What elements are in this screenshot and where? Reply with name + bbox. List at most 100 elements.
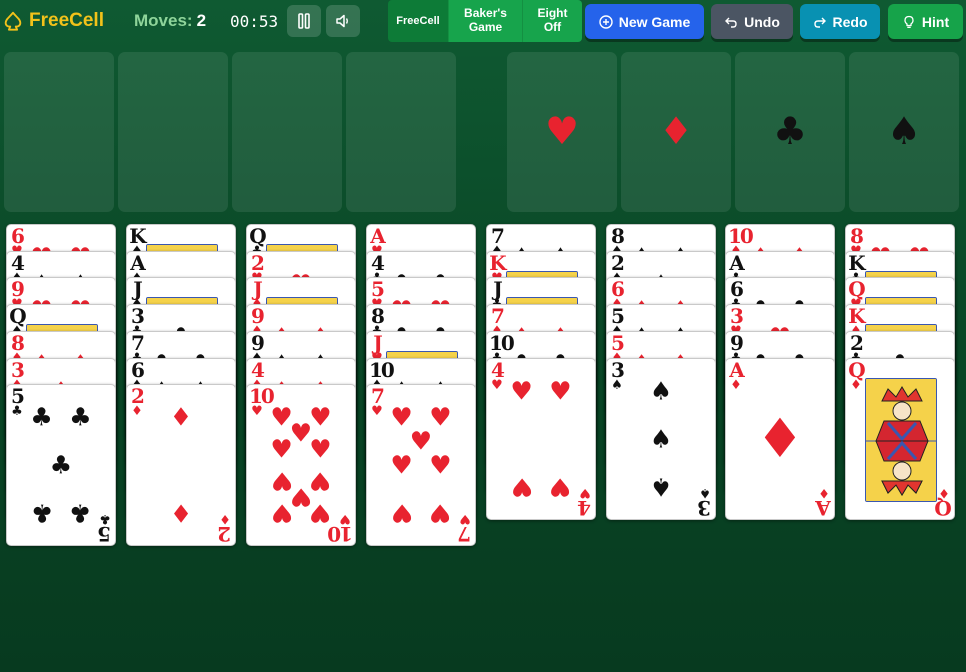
card-rank: K xyxy=(489,251,506,275)
card-rank: 3 xyxy=(699,496,711,520)
spade-suit-icon: ♠ xyxy=(611,378,623,393)
diamond-suit-icon: ♦ xyxy=(730,378,742,393)
redo-button[interactable]: Redo xyxy=(800,4,880,39)
club-pip-icon: ♣ xyxy=(69,498,92,528)
card-rank: 10 xyxy=(329,522,353,546)
free-cell-4[interactable] xyxy=(346,52,456,212)
card-rank: J xyxy=(373,331,382,355)
free-cell-1[interactable] xyxy=(4,52,114,212)
heart-suit-icon: ♥ xyxy=(459,511,471,526)
card-index: 2 ♦ xyxy=(129,386,145,418)
card-rank: J xyxy=(133,277,142,301)
card-7-of-hearts[interactable]: 7 ♥ 7 ♥ ♥ ♥ ♥ ♥ ♥ ♥ ♥ xyxy=(366,384,476,546)
card-index-bottom: 2 ♦ xyxy=(217,511,233,546)
heart-pip-icon: ♥ xyxy=(270,498,293,528)
card-rank: 7 xyxy=(131,331,145,355)
heart-pip-icon: ♥ xyxy=(390,450,413,480)
sound-button[interactable] xyxy=(326,5,360,37)
card-rank: 2 xyxy=(850,331,864,355)
top-bar: FreeCell Moves: 2 00:53 FreeCell Baker's … xyxy=(0,0,966,44)
spade-pip-icon: ♠ xyxy=(649,376,673,406)
card-index: 10 ♥ xyxy=(249,384,275,418)
card-rank: J xyxy=(253,277,262,301)
club-pip-icon: ♣ xyxy=(30,498,53,528)
card-rank: 6 xyxy=(131,358,145,382)
card-rank: 2 xyxy=(219,522,231,546)
card-rank: 7 xyxy=(491,304,505,328)
heart-pip-icon: ♥ xyxy=(309,498,332,528)
heart-pip-icon: ♥ xyxy=(549,376,572,406)
tab-bakers-game[interactable]: Baker's Game xyxy=(448,0,522,42)
tab-freecell[interactable]: FreeCell xyxy=(388,0,448,42)
plus-circle-icon xyxy=(599,14,613,29)
heart-pip-icon: ♥ xyxy=(429,450,452,480)
card-rank: 5 xyxy=(371,277,385,301)
card-rank: K xyxy=(129,224,146,248)
card-10-of-hearts[interactable]: 10 ♥ 10 ♥ ♥ ♥ ♥ ♥ ♥ ♥ ♥ ♥ ♥ ♥ xyxy=(246,384,356,546)
club-suit-icon: ♣ xyxy=(99,511,111,526)
foundation-clubs[interactable]: ♣ xyxy=(735,52,845,212)
new-game-button[interactable]: New Game xyxy=(585,4,704,39)
diamond-suit-icon: ♦ xyxy=(131,404,143,419)
free-cell-3[interactable] xyxy=(232,52,342,212)
card-rank: 10 xyxy=(728,224,754,248)
card-q-of-diamonds[interactable]: Q ♦ Q ♦ xyxy=(845,358,955,520)
hint-button[interactable]: Hint xyxy=(888,4,963,39)
diamond-pip-icon: ♦ xyxy=(169,402,193,432)
card-2-of-diamonds[interactable]: 2 ♦ 2 ♦ ♦ ♦ xyxy=(126,384,236,546)
foundation-diamonds[interactable]: ♦ xyxy=(621,52,731,212)
card-4-of-hearts[interactable]: 4 ♥ 4 ♥ ♥ ♥ ♥ ♥ xyxy=(486,358,596,520)
diamond-suit-icon: ♦ xyxy=(850,378,862,393)
spade-suit-icon: ♠ xyxy=(699,485,711,500)
card-rank: 9 xyxy=(251,331,265,355)
foundation-hearts[interactable]: ♥ xyxy=(507,52,617,212)
heart-pip-icon: ♥ xyxy=(390,498,413,528)
card-rank: 3 xyxy=(611,358,625,382)
spade-icon: ♠ xyxy=(886,109,922,153)
card-rank: 9 xyxy=(251,304,265,328)
club-pip-icon: ♣ xyxy=(69,402,92,432)
card-5-of-clubs[interactable]: 5 ♣ 5 ♣ ♣ ♣ ♣ ♣ ♣ xyxy=(6,384,116,546)
card-index-bottom: A ♦ xyxy=(816,485,832,520)
card-rank: Q xyxy=(249,224,266,248)
card-rank: 4 xyxy=(11,251,25,275)
undo-button[interactable]: Undo xyxy=(711,4,793,39)
redo-label: Redo xyxy=(832,13,868,30)
card-rank: 5 xyxy=(611,304,625,328)
pause-button[interactable] xyxy=(287,5,321,37)
card-rank: 8 xyxy=(371,304,385,328)
card-rank: 5 xyxy=(99,522,111,546)
club-suit-icon: ♣ xyxy=(11,404,23,419)
card-rank: A xyxy=(817,496,831,520)
app-title: FreeCell xyxy=(29,10,104,31)
card-rank: 4 xyxy=(579,496,591,520)
new-game-label: New Game xyxy=(618,13,691,30)
card-rank: 6 xyxy=(611,277,625,301)
card-rank: 9 xyxy=(11,277,25,301)
card-3-of-spades[interactable]: 3 ♠ 3 ♠ ♠ ♠ ♠ xyxy=(606,358,716,520)
card-a-of-diamonds[interactable]: A ♦ A ♦ ♦ xyxy=(725,358,835,520)
tab-eight-off[interactable]: Eight Off xyxy=(522,0,582,42)
hint-label: Hint xyxy=(921,13,950,30)
card-rank: 4 xyxy=(371,251,385,275)
card-index-bottom: 3 ♠ xyxy=(697,485,713,520)
card-rank: 7 xyxy=(371,384,385,408)
card-rank: 7 xyxy=(491,224,505,248)
card-rank: 10 xyxy=(249,384,275,408)
card-rank: 10 xyxy=(369,358,395,382)
card-rank: A xyxy=(370,224,386,248)
card-index: 7 ♥ xyxy=(369,386,385,418)
heart-pip-icon: ♥ xyxy=(309,434,332,464)
card-rank: 8 xyxy=(850,224,864,248)
foundation-spades[interactable]: ♠ xyxy=(849,52,959,212)
card-index-bottom: 7 ♥ xyxy=(457,511,473,545)
spade-pip-icon: ♠ xyxy=(649,424,673,454)
free-cell-2[interactable] xyxy=(118,52,228,212)
diamond-suit-icon: ♦ xyxy=(219,511,231,526)
card-rank: 5 xyxy=(11,384,25,408)
card-rank: Q xyxy=(936,496,952,520)
heart-pip-icon: ♥ xyxy=(429,402,452,432)
card-rank: K xyxy=(848,304,865,328)
card-rank: A xyxy=(130,251,146,275)
spade-logo-icon xyxy=(4,11,22,31)
